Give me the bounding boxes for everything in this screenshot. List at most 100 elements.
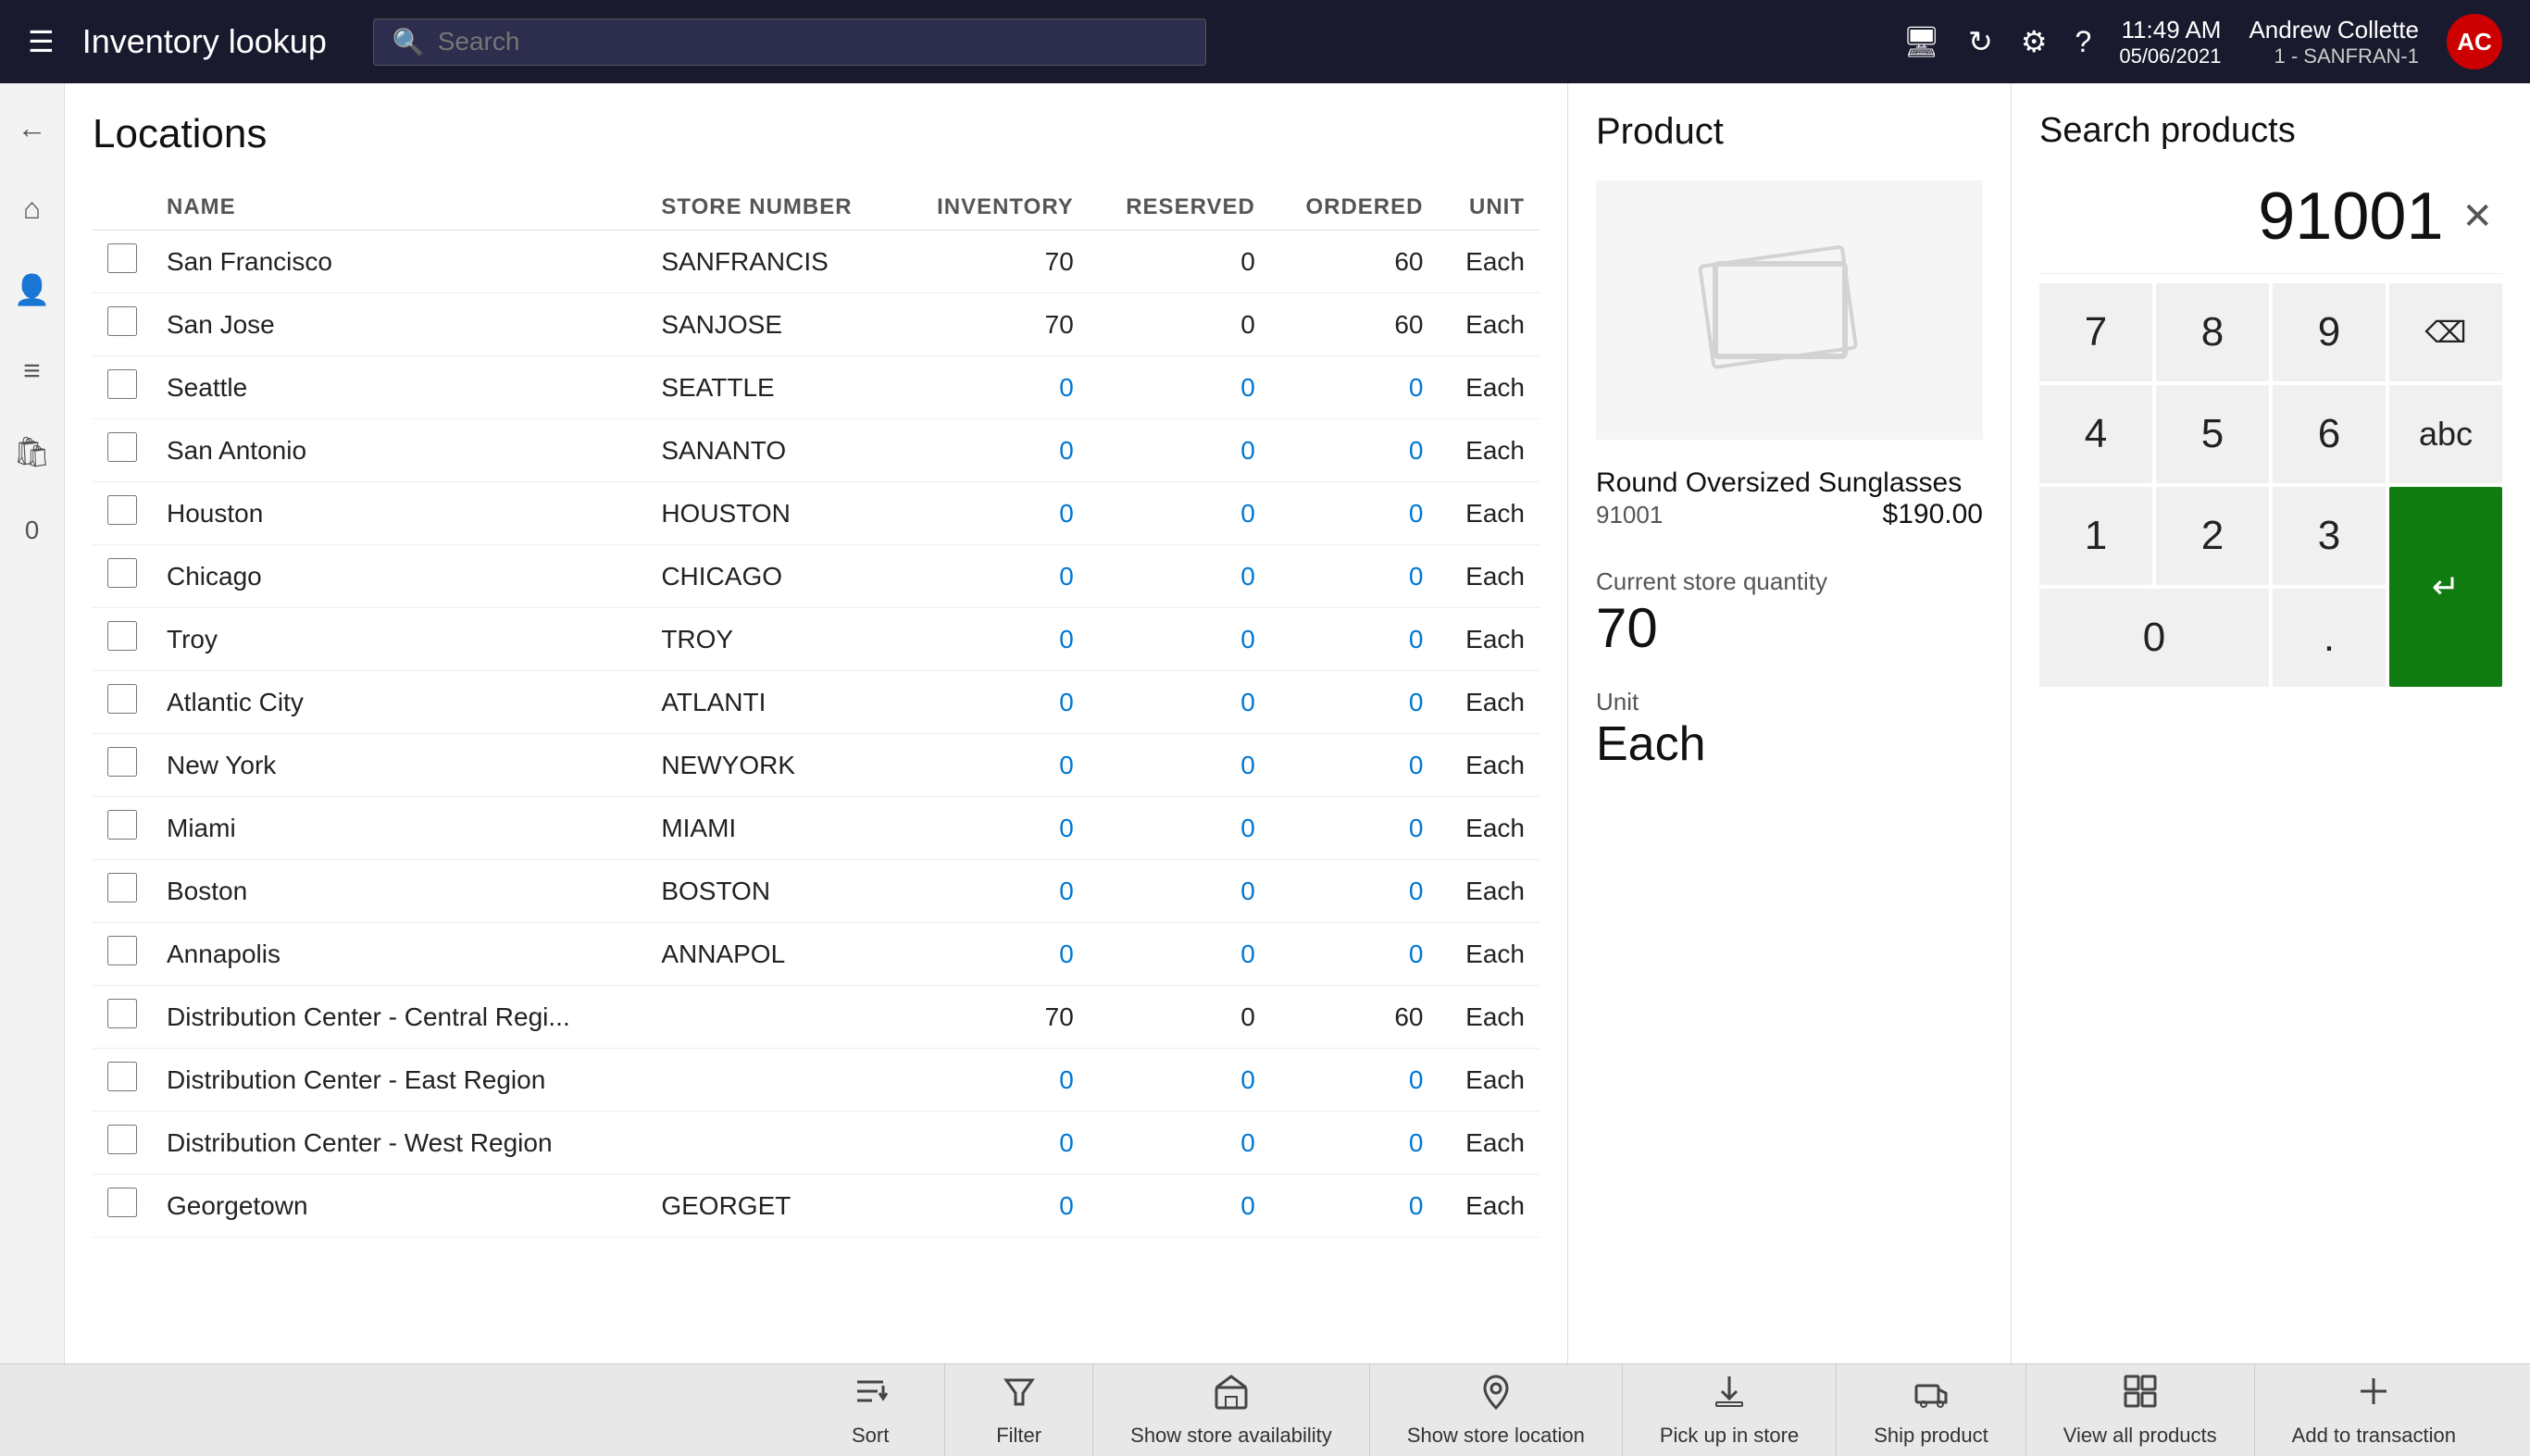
product-panel: Product Round Oversized Sunglasses 91001… <box>1567 83 2012 1363</box>
row-ordered: 0 <box>1270 608 1439 671</box>
row-store-number <box>646 986 898 1049</box>
sidebar-orders-icon[interactable]: 🛍 <box>4 425 60 479</box>
sort-label: Sort <box>852 1424 889 1448</box>
row-name: Distribution Center - West Region <box>152 1112 646 1175</box>
filter-icon <box>1001 1373 1038 1418</box>
row-inventory: 0 <box>899 797 1089 860</box>
row-store-number: MIAMI <box>646 797 898 860</box>
row-unit: Each <box>1438 1175 1539 1238</box>
row-checkbox[interactable] <box>107 684 137 714</box>
row-checkbox[interactable] <box>107 306 137 336</box>
row-checkbox[interactable] <box>107 495 137 525</box>
row-store-number: ANNAPOL <box>646 923 898 986</box>
row-checkbox[interactable] <box>107 558 137 588</box>
row-reserved: 0 <box>1089 1049 1270 1112</box>
sidebar-menu-icon[interactable]: ≡ <box>14 344 50 397</box>
row-checkbox[interactable] <box>107 369 137 399</box>
show-store-availability-label: Show store availability <box>1130 1424 1332 1448</box>
row-inventory: 0 <box>899 923 1089 986</box>
numpad-7[interactable]: 7 <box>2039 283 2152 381</box>
settings-icon[interactable]: ⚙ <box>2021 24 2048 59</box>
numpad-enter[interactable]: ↵ <box>2389 487 2502 687</box>
row-ordered: 60 <box>1270 293 1439 356</box>
row-checkbox[interactable] <box>107 747 137 777</box>
row-checkbox[interactable] <box>107 810 137 840</box>
view-all-icon <box>2122 1373 2159 1418</box>
numpad-dot[interactable]: . <box>2273 589 2386 687</box>
row-inventory: 0 <box>899 734 1089 797</box>
row-name: Distribution Center - East Region <box>152 1049 646 1112</box>
sidebar-back-icon[interactable]: ← <box>8 102 56 155</box>
numpad-backspace[interactable]: ⌫ <box>2389 283 2502 381</box>
sidebar-badge: 0 <box>16 506 49 554</box>
topbar-date: 05/06/2021 <box>2119 44 2221 68</box>
row-store-number: BOSTON <box>646 860 898 923</box>
row-checkbox[interactable] <box>107 621 137 651</box>
numpad-clear-button[interactable]: ✕ <box>2461 195 2493 238</box>
row-checkbox-cell <box>93 419 152 482</box>
row-checkbox[interactable] <box>107 1062 137 1091</box>
row-checkbox[interactable] <box>107 1125 137 1154</box>
row-reserved: 0 <box>1089 734 1270 797</box>
show-store-location-button[interactable]: Show store location <box>1369 1364 1622 1456</box>
row-reserved: 0 <box>1089 293 1270 356</box>
view-all-button[interactable]: View all products <box>2025 1364 2254 1456</box>
numpad-2[interactable]: 2 <box>2156 487 2269 585</box>
row-checkbox-cell <box>93 545 152 608</box>
numpad-8[interactable]: 8 <box>2156 283 2269 381</box>
row-ordered: 0 <box>1270 923 1439 986</box>
search-input[interactable] <box>438 27 1187 56</box>
row-unit: Each <box>1438 734 1539 797</box>
sidebar-customer-icon[interactable]: 👤 <box>5 263 60 317</box>
sidebar-home-icon[interactable]: ⌂ <box>14 182 50 235</box>
numpad-display-value: 91001 <box>2049 179 2443 255</box>
show-store-availability-button[interactable]: Show store availability <box>1092 1364 1369 1456</box>
row-checkbox-cell <box>93 293 152 356</box>
search-bar[interactable]: 🔍 <box>373 19 1206 66</box>
numpad-abc[interactable]: abc <box>2389 385 2502 483</box>
row-reserved: 0 <box>1089 1112 1270 1175</box>
ship-button[interactable]: Ship product <box>1836 1364 2025 1456</box>
row-checkbox[interactable] <box>107 936 137 965</box>
sort-button[interactable]: Sort <box>796 1364 944 1456</box>
numpad-3[interactable]: 3 <box>2273 487 2386 585</box>
row-checkbox[interactable] <box>107 873 137 902</box>
row-checkbox[interactable] <box>107 999 137 1028</box>
numpad-5[interactable]: 5 <box>2156 385 2269 483</box>
numpad-0[interactable]: 0 <box>2039 589 2269 687</box>
menu-icon[interactable]: ☰ <box>28 24 55 59</box>
row-store-number <box>646 1112 898 1175</box>
row-unit: Each <box>1438 797 1539 860</box>
row-unit: Each <box>1438 671 1539 734</box>
row-store-number: TROY <box>646 608 898 671</box>
filter-button[interactable]: Filter <box>944 1364 1092 1456</box>
row-ordered: 0 <box>1270 356 1439 419</box>
topbar-user-info: Andrew Collette 1 - SANFRAN-1 <box>2249 16 2419 68</box>
avatar: AC <box>2447 14 2502 69</box>
row-name: Miami <box>152 797 646 860</box>
product-price: $190.00 <box>1883 499 1983 530</box>
refresh-icon[interactable]: ↻ <box>1968 24 1993 59</box>
row-name: Boston <box>152 860 646 923</box>
monitor-icon[interactable]: 🖥 <box>1902 24 1940 59</box>
row-inventory: 0 <box>899 356 1089 419</box>
row-checkbox[interactable] <box>107 1188 137 1217</box>
numpad-9[interactable]: 9 <box>2273 283 2386 381</box>
numpad-4[interactable]: 4 <box>2039 385 2152 483</box>
row-ordered: 0 <box>1270 671 1439 734</box>
pickup-button[interactable]: Pick up in store <box>1622 1364 1836 1456</box>
filter-label: Filter <box>996 1424 1041 1448</box>
row-checkbox[interactable] <box>107 432 137 462</box>
row-name: Atlantic City <box>152 671 646 734</box>
numpad-6[interactable]: 6 <box>2273 385 2386 483</box>
ship-icon <box>1913 1373 1950 1418</box>
left-sidebar: ← ⌂ 👤 ≡ 🛍 0 <box>0 83 65 1363</box>
row-checkbox[interactable] <box>107 243 137 273</box>
add-to-transaction-button[interactable]: Add to transaction <box>2254 1364 2493 1456</box>
table-row: Boston BOSTON 0 0 0 Each <box>93 860 1539 923</box>
help-icon[interactable]: ? <box>2075 25 2092 59</box>
row-name: Annapolis <box>152 923 646 986</box>
numpad-1[interactable]: 1 <box>2039 487 2152 585</box>
row-reserved: 0 <box>1089 482 1270 545</box>
row-ordered: 0 <box>1270 482 1439 545</box>
